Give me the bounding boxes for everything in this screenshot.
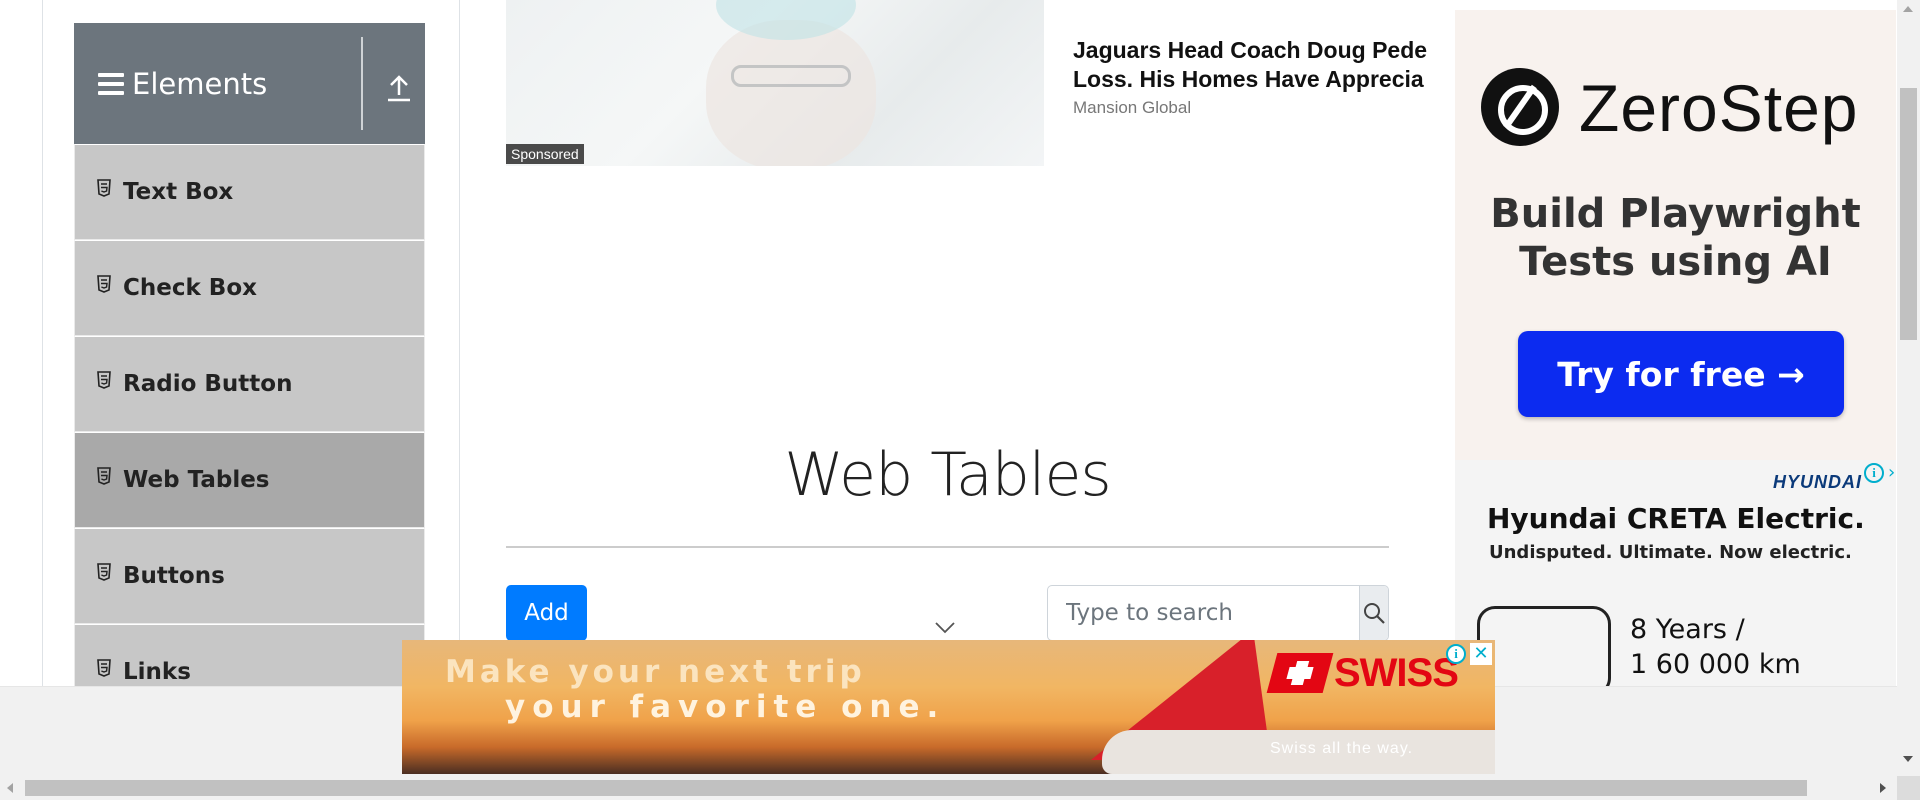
content-divider xyxy=(459,0,460,686)
ad-info-icon[interactable]: i xyxy=(1446,644,1466,664)
swiss-logo: SWISS xyxy=(1266,650,1459,696)
sidebar-item-label: Radio Button xyxy=(123,371,293,397)
tagline-line-2: Tests using AI xyxy=(1519,239,1832,285)
zerostep-logo-icon xyxy=(1481,68,1559,146)
html5-icon xyxy=(97,467,111,485)
sidebar-item-label: Check Box xyxy=(123,275,257,301)
scrollbar-corner xyxy=(1897,776,1920,800)
sidebar-item-text-box[interactable]: Text Box xyxy=(74,144,425,240)
scroll-up-icon[interactable] xyxy=(1903,6,1913,12)
html5-icon xyxy=(97,179,111,197)
horizontal-scroll-thumb[interactable] xyxy=(25,780,1807,796)
group-title: Elements xyxy=(132,66,268,101)
upload-icon[interactable] xyxy=(386,73,412,103)
html5-icon xyxy=(97,371,111,389)
headline-line-1: Jaguars Head Coach Doug Pede xyxy=(1073,37,1428,63)
left-gutter-divider xyxy=(42,0,43,686)
try-for-free-button[interactable]: Try for free → xyxy=(1518,331,1844,417)
sponsored-image[interactable] xyxy=(506,0,1044,166)
sidebar-item-label: Buttons xyxy=(123,563,225,589)
sidebar-item-radio-button[interactable]: Radio Button xyxy=(74,336,425,432)
right-ad-column[interactable]: ZeroStep Build Playwright Tests using AI… xyxy=(1433,0,1896,686)
vertical-scrollbar[interactable] xyxy=(1897,0,1920,776)
swiss-banner-ad[interactable]: Make your next trip your favorite one. S… xyxy=(402,640,1495,774)
vertical-scroll-thumb[interactable] xyxy=(1900,88,1917,340)
swiss-flag-icon xyxy=(1266,653,1334,693)
html5-icon xyxy=(97,563,111,581)
swiss-slogan: Swiss all the way. xyxy=(1270,740,1414,757)
page: Elements Text Box Check Box Radio Button… xyxy=(0,0,1920,800)
hyundai-subtitle: Undisputed. Ultimate. Now electric. xyxy=(1489,542,1852,563)
title-divider xyxy=(506,546,1389,548)
swiss-brand: SWISS xyxy=(1334,650,1459,695)
zerostep-tagline: Build Playwright Tests using AI xyxy=(1455,190,1896,286)
header-divider xyxy=(361,37,363,130)
scroll-left-icon[interactable] xyxy=(7,783,13,793)
horizontal-scrollbar[interactable] xyxy=(0,776,1897,800)
search-box xyxy=(1047,585,1389,641)
sponsored-source: Mansion Global xyxy=(1073,98,1192,117)
ad-info-icon[interactable]: i xyxy=(1864,463,1884,483)
search-input[interactable] xyxy=(1048,586,1359,640)
chevron-down-icon[interactable] xyxy=(935,622,955,634)
swiss-headline-1: Make your next trip xyxy=(445,654,866,690)
warranty-line-2: 1 60 000 km xyxy=(1630,649,1801,680)
headline-line-2: Loss. His Homes Have Apprecia xyxy=(1073,66,1424,92)
warranty-line-1: 8 Years / xyxy=(1630,614,1745,645)
zerostep-brand: ZeroStep xyxy=(1579,71,1859,145)
sidebar: Elements Text Box Check Box Radio Button… xyxy=(74,23,425,686)
sidebar-item-check-box[interactable]: Check Box xyxy=(74,240,425,336)
html5-icon xyxy=(97,659,111,677)
car-warranty-icon xyxy=(1477,606,1611,686)
ad-close-icon[interactable]: › xyxy=(1888,462,1895,483)
search-button[interactable] xyxy=(1359,586,1388,640)
tagline-line-1: Build Playwright xyxy=(1490,191,1861,237)
sidebar-item-links[interactable]: Links xyxy=(74,624,425,686)
sidebar-item-label: Web Tables xyxy=(123,467,270,493)
sidebar-item-label: Text Box xyxy=(123,179,234,205)
sidebar-item-buttons[interactable]: Buttons xyxy=(74,528,425,624)
ad-close-icon[interactable]: ✕ xyxy=(1470,643,1492,665)
scroll-down-icon[interactable] xyxy=(1903,756,1913,762)
menu-icon xyxy=(98,72,124,95)
swiss-headline-2: your favorite one. xyxy=(505,689,946,725)
hyundai-title: Hyundai CRETA Electric. xyxy=(1487,502,1865,535)
sidebar-item-label: Links xyxy=(123,659,191,685)
sponsored-headline[interactable]: Jaguars Head Coach Doug Pede Loss. His H… xyxy=(1073,36,1435,94)
sidebar-item-web-tables[interactable]: Web Tables xyxy=(74,432,425,528)
elements-group-header[interactable]: Elements xyxy=(74,23,425,144)
sponsored-badge: Sponsored xyxy=(506,144,584,164)
html5-icon xyxy=(97,275,111,293)
add-button[interactable]: Add xyxy=(506,585,587,641)
scroll-right-icon[interactable] xyxy=(1880,783,1886,793)
hyundai-warranty: 8 Years / 1 60 000 km xyxy=(1630,612,1801,682)
page-title: Web Tables xyxy=(784,440,1111,510)
hyundai-logo: HYUNDAI xyxy=(1773,472,1863,492)
search-icon xyxy=(1364,603,1385,624)
